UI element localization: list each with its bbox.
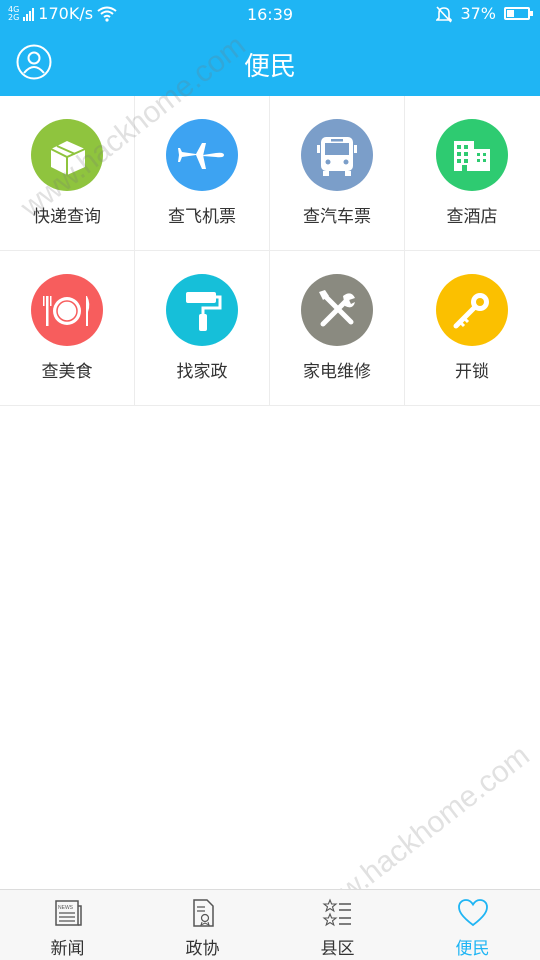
battery-icon (504, 7, 533, 20)
paint-roller-icon (166, 274, 238, 346)
tab-news[interactable]: NEWS 新闻 (0, 890, 135, 960)
service-express-query[interactable]: 快递查询 (0, 96, 135, 251)
heart-icon (457, 899, 488, 927)
service-label: 查汽车票 (303, 207, 371, 227)
service-label: 查酒店 (446, 207, 498, 227)
tab-cppcc[interactable]: 政协 (135, 890, 270, 960)
page-title: 便民 (243, 52, 296, 82)
star-list-icon (321, 898, 351, 927)
tab-label: 新闻 (50, 939, 85, 959)
key-icon (436, 274, 508, 346)
service-appliance-repair[interactable]: 家电维修 (270, 251, 405, 406)
service-label: 开锁 (455, 362, 489, 382)
battery-percent: 37% (460, 4, 496, 23)
service-label: 家电维修 (303, 362, 371, 382)
hotel-icon (436, 119, 508, 191)
status-right: 37% (436, 4, 533, 23)
airplane-icon (166, 119, 238, 191)
package-icon (31, 119, 103, 191)
service-label: 快递查询 (33, 207, 101, 227)
tab-county-district[interactable]: 县区 (270, 890, 405, 960)
service-label: 查飞机票 (168, 207, 236, 227)
repair-tools-icon (301, 274, 373, 346)
tab-convenience[interactable]: 便民 (405, 890, 540, 960)
dining-icon (31, 274, 103, 346)
bus-icon (301, 119, 373, 191)
service-housekeeping[interactable]: 找家政 (135, 251, 270, 406)
app-header: 便民 (0, 30, 540, 96)
service-food[interactable]: 查美食 (0, 251, 135, 406)
svg-text:NEWS: NEWS (58, 905, 74, 911)
tab-label: 便民 (455, 939, 490, 959)
service-unlock[interactable]: 开锁 (405, 251, 540, 406)
tab-label: 县区 (320, 939, 355, 959)
service-grid: 快递查询 查飞机票 查汽车票 查酒店 查美食 找家政 家电维修 开锁 (0, 96, 540, 406)
tab-label: 政协 (185, 939, 220, 959)
service-flight-tickets[interactable]: 查飞机票 (135, 96, 270, 251)
service-bus-tickets[interactable]: 查汽车票 (270, 96, 405, 251)
service-label: 找家政 (176, 362, 228, 382)
service-hotels[interactable]: 查酒店 (405, 96, 540, 251)
status-bar: 4G 2G 170K/s 16:39 37% (0, 0, 540, 30)
bell-muted-icon (436, 5, 453, 23)
service-label: 查美食 (41, 362, 93, 382)
bottom-tab-bar: NEWS 新闻 政协 县区 便民 (0, 889, 540, 960)
news-icon: NEWS (54, 900, 82, 926)
document-icon (192, 899, 214, 927)
